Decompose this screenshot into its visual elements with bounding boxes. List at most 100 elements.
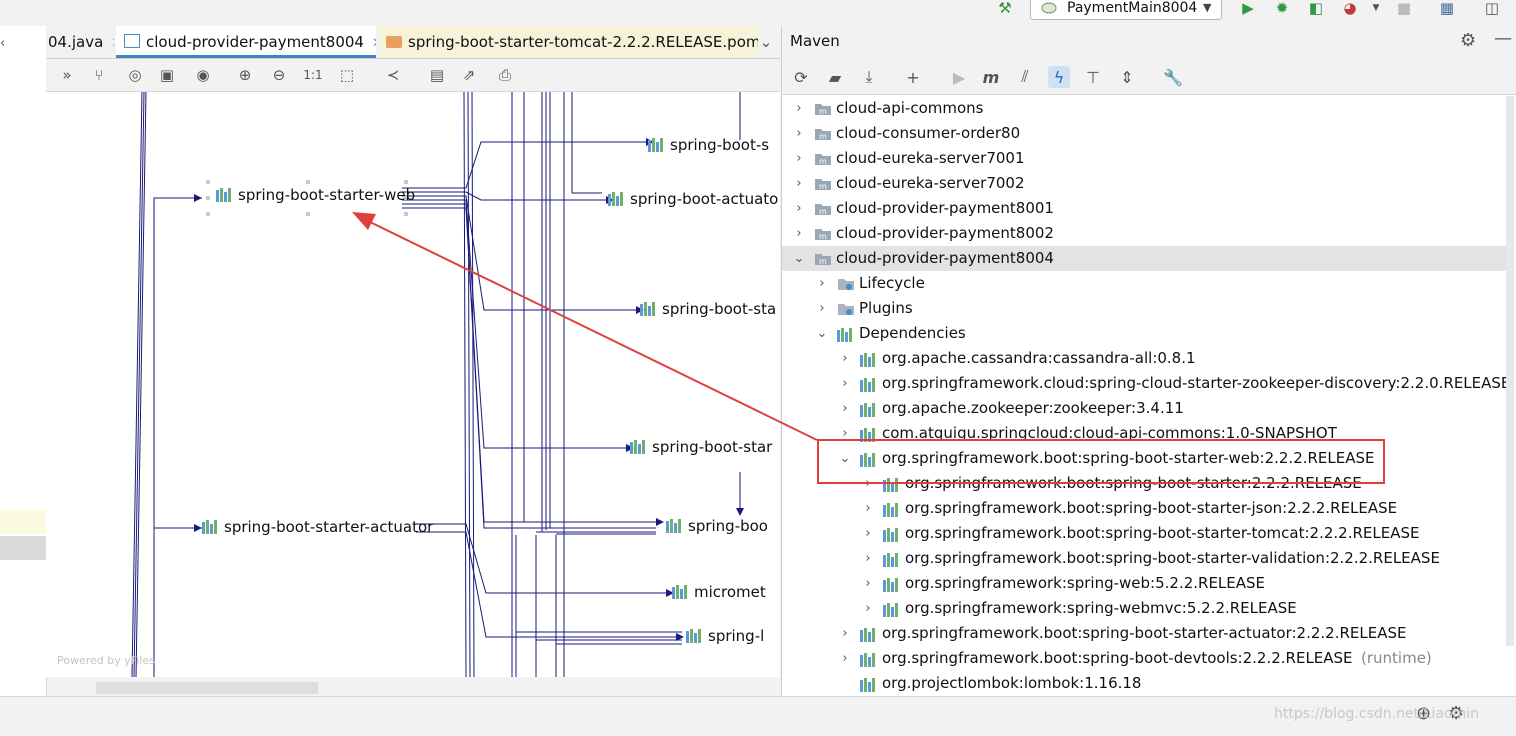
dependency-row[interactable]: › org.apache.zookeeper:zookeeper:3.4.11 [782,396,1506,421]
watermark: https://blog.csdn.net/Liaomin [1274,706,1479,722]
diagram-node[interactable]: spring-boot-star [630,438,772,456]
find-node-icon[interactable]: ◎ [124,65,146,85]
chevron-right-icon[interactable]: › [792,96,806,121]
diagram-node-starter-web[interactable]: spring-boot-starter-web [216,186,415,204]
download-icon[interactable]: ⤓ [858,66,880,88]
chevron-right-icon[interactable]: › [838,646,852,671]
reload-icon[interactable]: ⟳ [790,66,812,88]
export-icon[interactable]: ⇗ [458,65,480,85]
tab-diagram[interactable]: cloud-provider-payment8004 ✕ [116,26,376,58]
toggle-offline-icon[interactable]: ⫽ [1014,66,1036,88]
maven-module-row[interactable]: ⌄ m cloud-provider-payment8004 [782,246,1506,271]
maven-module-row[interactable]: › m cloud-provider-payment8002 [782,221,1506,246]
chevron-right-icon[interactable]: › [861,496,875,521]
diagram-node[interactable]: spring-boot-actuato [608,190,778,208]
zoom-in-icon[interactable]: ⊕ [234,65,256,85]
add-icon[interactable]: + [902,66,924,88]
dependency-diagram-canvas[interactable]: spring-boot-starter-web spring-boot-star… [46,92,780,677]
actual-size-button[interactable]: 1:1 [302,65,324,85]
dependency-child-row[interactable]: › org.springframework.boot:spring-boot-st… [782,496,1506,521]
chevron-right-icon[interactable]: › [861,596,875,621]
run-icon[interactable]: ▶ [1238,0,1258,18]
chevron-left-icon[interactable]: ‹ [0,36,5,51]
maven-artifact-icon [640,302,656,316]
maven-artifact-icon [860,651,878,667]
chevron-right-icon[interactable]: › [838,346,852,371]
chevron-right-icon[interactable]: › [792,121,806,146]
collapse-icon[interactable]: » [56,65,78,85]
maven-module-row[interactable]: › m cloud-eureka-server7002 [782,171,1506,196]
tree-item-label: Plugins [859,299,913,317]
hierarchy-icon[interactable]: ⑂ [88,65,110,85]
chevron-right-icon[interactable]: › [815,271,829,296]
horizontal-scrollbar[interactable] [96,682,318,694]
close-icon[interactable]: ✕ [372,36,376,51]
profile-icon[interactable]: ◕ [1340,0,1360,18]
collapse-all-icon[interactable]: ⇕ [1116,66,1138,88]
close-icon[interactable]: ✕ [111,36,114,51]
execute-goal-icon[interactable]: m [980,66,1002,88]
dependency-row[interactable]: › org.springframework.cloud:spring-cloud-… [782,371,1510,396]
chevron-right-icon[interactable]: › [792,196,806,221]
dependency-row[interactable]: › org.springframework.boot:spring-boot-st… [782,621,1506,646]
coverage-icon[interactable]: ◧ [1306,0,1326,18]
minimize-icon[interactable]: — [1494,28,1512,49]
chevron-down-icon[interactable]: ⌄ [792,246,806,271]
dependency-row[interactable]: org.projectlombok:lombok:1.16.18 [782,671,1506,696]
tab-java-file[interactable]: 04.java ✕ [48,26,114,58]
maven-module-row[interactable]: › m cloud-provider-payment8001 [782,196,1506,221]
dependency-row[interactable]: › org.apache.cassandra:cassandra-all:0.8.… [782,346,1506,371]
layout-icon[interactable]: ◫ [1482,0,1502,18]
chevron-right-icon[interactable]: › [861,546,875,571]
maven-section-row[interactable]: › Lifecycle [782,271,1506,296]
dependency-child-row[interactable]: › org.springframework:spring-web:5.2.2.RE… [782,571,1506,596]
chevron-right-icon[interactable]: › [838,371,852,396]
maven-section-row[interactable]: ⌄ Dependencies [782,321,1506,346]
build-hammer-icon[interactable]: ⚒ [995,0,1015,18]
dependency-child-row[interactable]: › org.springframework.boot:spring-boot-st… [782,546,1506,571]
view-eye-icon[interactable]: ◉ [192,65,214,85]
dependency-row[interactable]: › org.springframework.boot:spring-boot-de… [782,646,1506,671]
project-structure-icon[interactable]: ▦ [1437,0,1457,18]
gear-icon[interactable]: ⚙ [1460,30,1476,51]
tab-pom[interactable]: spring-boot-starter-tomcat-2.2.2.RELEASE… [380,26,758,58]
stop-icon[interactable]: ■ [1394,0,1414,18]
vertical-scrollbar[interactable] [1506,96,1514,646]
debug-bug-icon[interactable]: ✹ [1272,0,1292,18]
maven-module-row[interactable]: › m cloud-api-commons [782,96,1506,121]
maven-module-row[interactable]: › m cloud-eureka-server7001 [782,146,1506,171]
chevron-right-icon[interactable]: › [861,571,875,596]
diagram-node[interactable]: spring-boot-sta [640,300,776,318]
maven-section-row[interactable]: › Plugins [782,296,1506,321]
run-goal-icon[interactable]: ▶ [948,66,970,88]
chevron-right-icon[interactable]: › [838,621,852,646]
zoom-out-icon[interactable]: ⊖ [268,65,290,85]
skip-tests-icon[interactable]: ϟ [1048,66,1070,88]
chevron-right-icon[interactable]: › [792,221,806,246]
chevron-right-icon[interactable]: › [838,396,852,421]
diagram-node[interactable]: spring-l [686,627,764,645]
run-configuration-select[interactable]: PaymentMain8004 ▼ [1030,0,1222,20]
chevron-right-icon[interactable]: › [792,146,806,171]
chevron-right-icon[interactable]: › [861,521,875,546]
chevron-right-icon[interactable]: › [792,171,806,196]
diagram-node[interactable]: micromet [672,583,766,601]
dependency-child-row[interactable]: › org.springframework.boot:spring-boot-st… [782,521,1506,546]
diagram-node[interactable]: spring-boot-s [648,136,769,154]
show-dependencies-icon[interactable]: ⊤ [1082,66,1104,88]
chevron-down-icon[interactable]: ⌄ [815,321,829,346]
settings-wrench-icon[interactable]: 🔧 [1162,66,1184,88]
save-icon[interactable]: ▤ [426,65,448,85]
dependency-child-row[interactable]: › org.springframework:spring-webmvc:5.2.2… [782,596,1506,621]
share-icon[interactable]: ≺ [382,65,404,85]
generate-sources-icon[interactable]: ▰ [824,66,846,88]
fit-content-icon[interactable]: ⬚ [336,65,358,85]
maven-module-row[interactable]: › m cloud-consumer-order80 [782,121,1506,146]
fit-icon[interactable]: ▣ [156,65,178,85]
profile-dropdown-icon[interactable]: ▼ [1366,0,1386,18]
diagram-node-starter-actuator[interactable]: spring-boot-starter-actuator [202,518,433,536]
diagram-node[interactable]: spring-boo [666,517,768,535]
tabs-overflow-chevron-icon[interactable]: ⌄ [754,26,778,58]
chevron-right-icon[interactable]: › [815,296,829,321]
print-icon[interactable]: ⎙ [494,65,516,85]
